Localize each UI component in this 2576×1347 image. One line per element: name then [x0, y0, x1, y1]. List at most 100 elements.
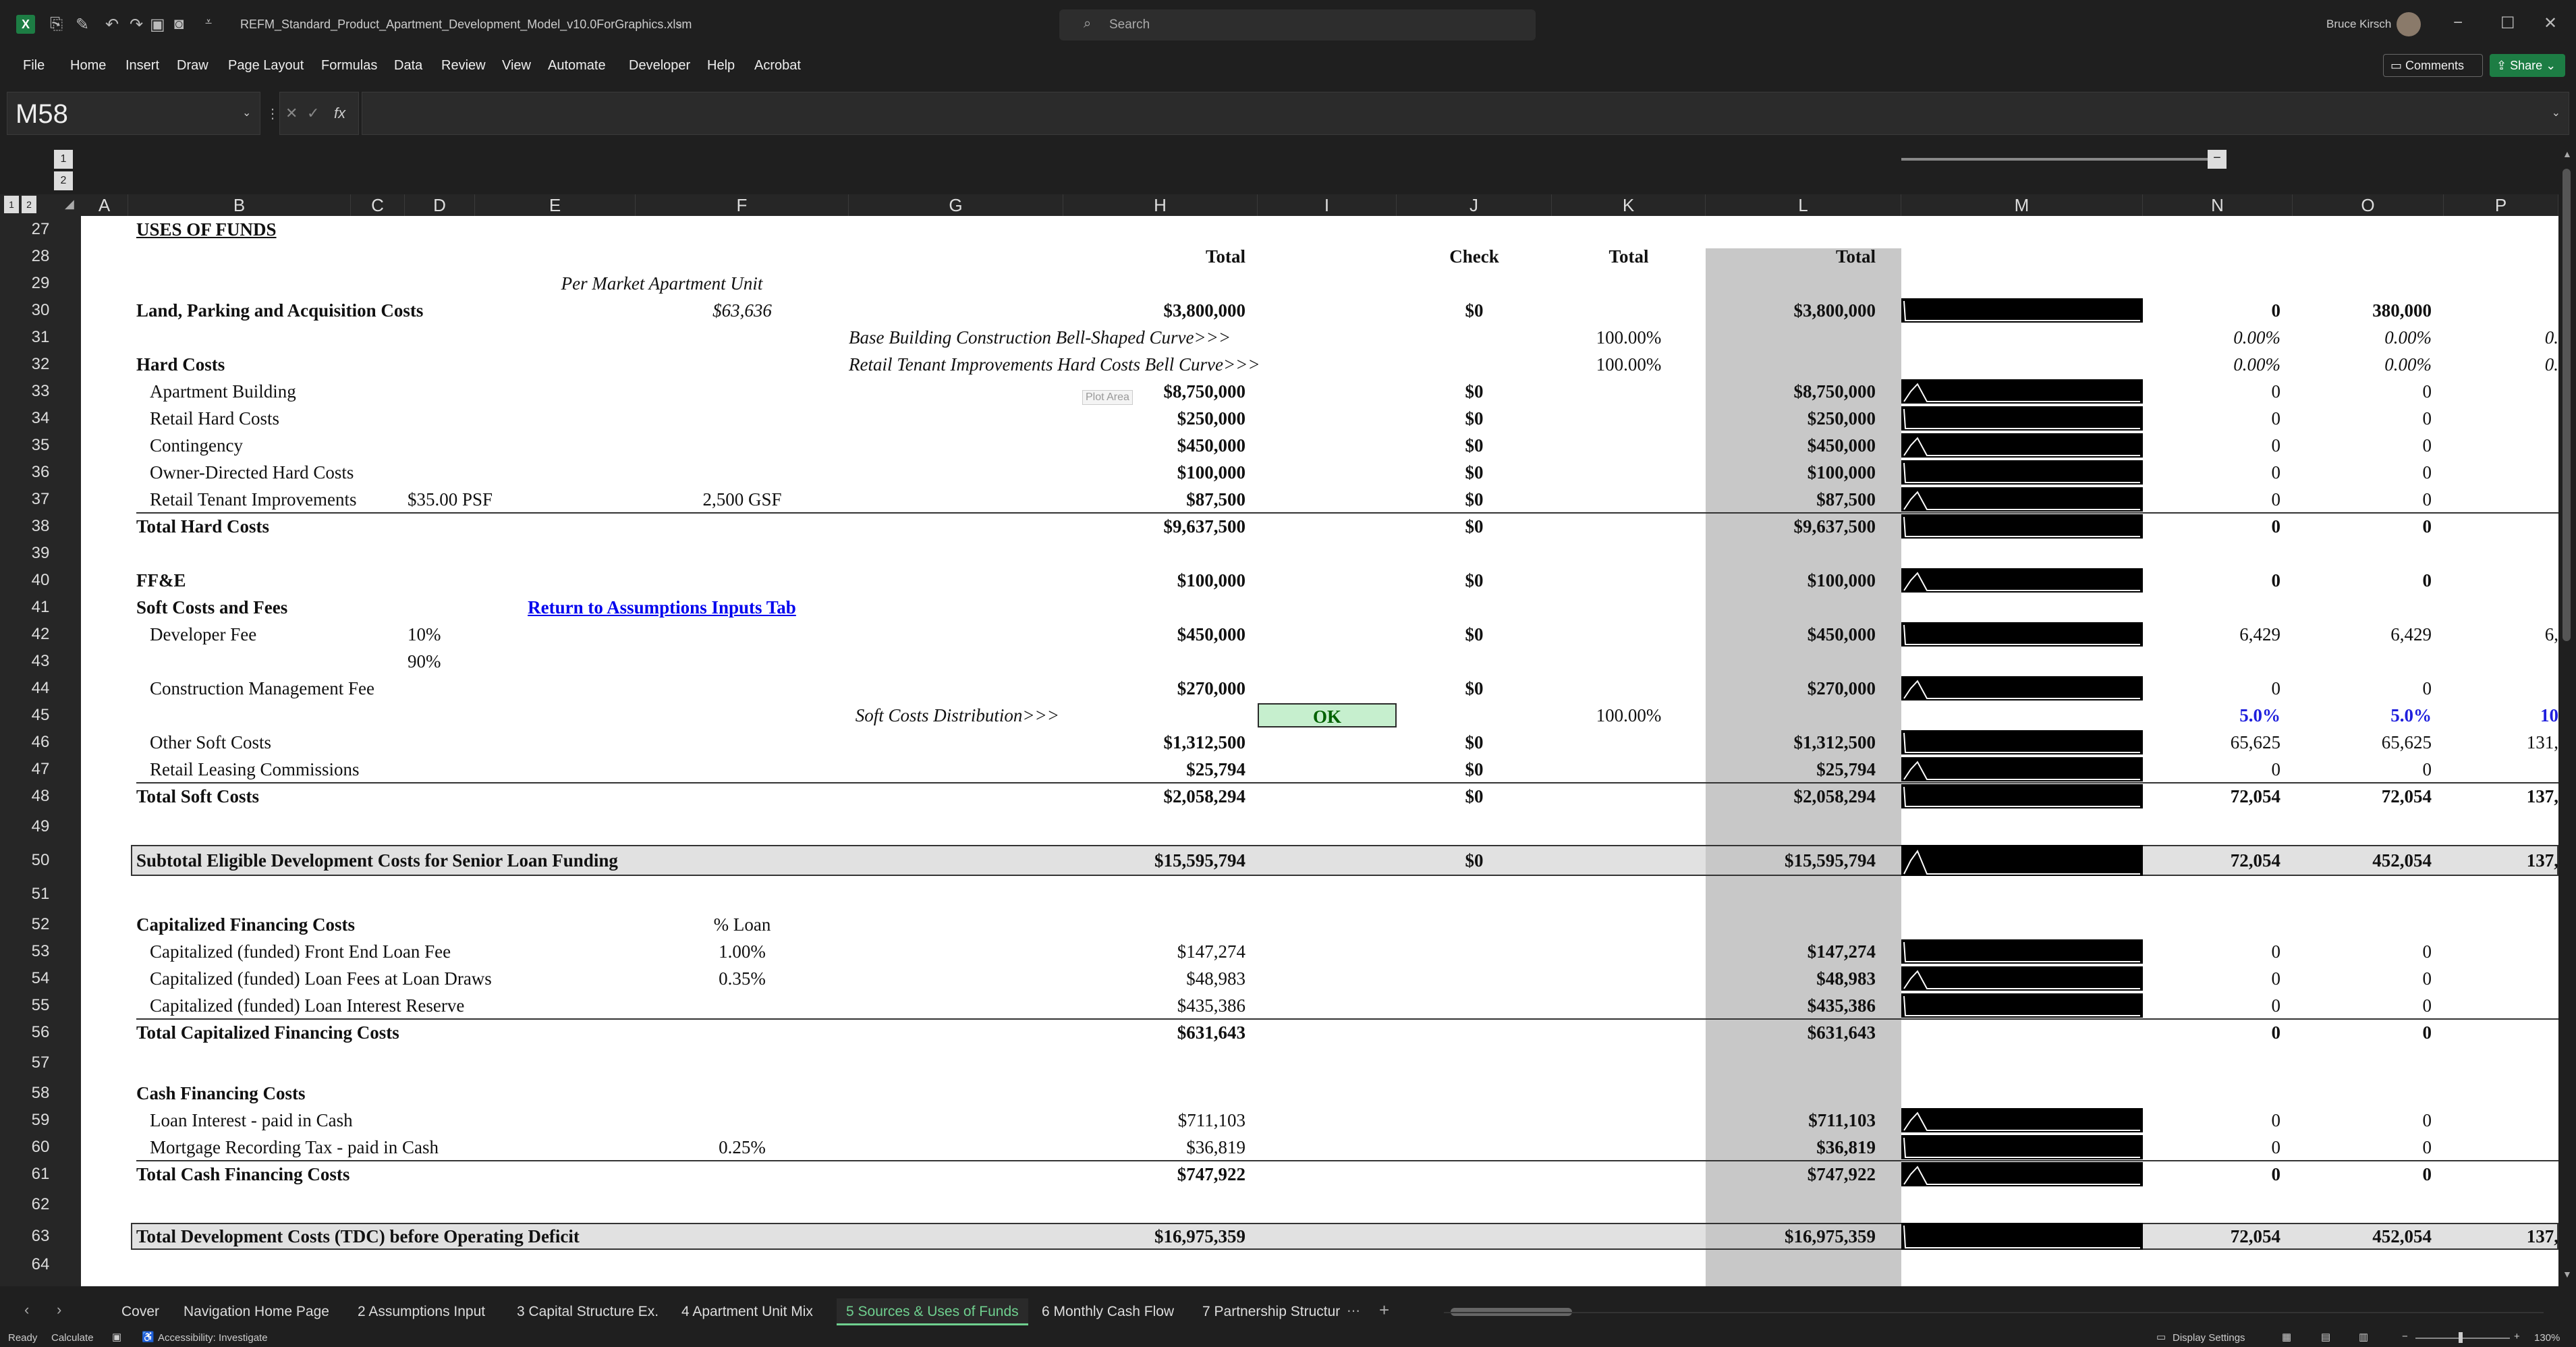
row-header-42[interactable]: 42	[0, 621, 81, 648]
row-header-54[interactable]: 54	[0, 965, 81, 992]
collapse-group-button[interactable]: −	[2208, 150, 2227, 169]
form-icon[interactable]: ▣	[150, 15, 165, 34]
col-header-I[interactable]: I	[1258, 194, 1397, 216]
zoom-slider[interactable]	[2415, 1338, 2510, 1339]
cell-B55[interactable]: Capitalized (funded) Loan Interest Reser…	[150, 992, 464, 1019]
row-header-33[interactable]: 33	[0, 378, 81, 405]
user-name[interactable]: Bruce Kirsch	[2326, 18, 2391, 31]
menu-page-layout[interactable]: Page Layout	[228, 58, 304, 74]
select-all-icon[interactable]: ◢	[65, 197, 74, 211]
outline-level-2[interactable]: 2	[54, 171, 73, 190]
sparkline-chart[interactable]	[1901, 757, 2143, 781]
cell-L38[interactable]: $9,637,500	[1706, 513, 1901, 540]
close-icon[interactable]: ✕	[2544, 13, 2557, 33]
sparkline-chart[interactable]	[1901, 676, 2143, 700]
cell-O40[interactable]: 0	[2293, 567, 2444, 594]
row-header-29[interactable]: 29	[0, 270, 81, 297]
cell-B63[interactable]: Total Development Costs (TDC) before Ope…	[136, 1221, 580, 1251]
row-header-36[interactable]: 36	[0, 459, 81, 486]
row-header-53[interactable]: 53	[0, 938, 81, 965]
cell-O45[interactable]: 5.0%	[2293, 702, 2444, 729]
sheet-tab-assumptions[interactable]: 2 Assumptions Input	[348, 1298, 495, 1325]
sparkline-chart[interactable]	[1901, 1135, 2143, 1159]
col-header-L[interactable]: L	[1706, 194, 1901, 216]
menu-automate[interactable]: Automate	[548, 58, 606, 74]
cell-N31[interactable]: 0.00%	[2143, 324, 2293, 351]
add-sheet-icon[interactable]: +	[1379, 1300, 1389, 1321]
enter-icon[interactable]: ✓	[307, 105, 319, 122]
cell-N55[interactable]: 0	[2143, 992, 2293, 1019]
fx-icon[interactable]: fx	[334, 105, 345, 122]
sheet-tab-monthly-cash-flow[interactable]: 6 Monthly Cash Flow	[1032, 1298, 1183, 1325]
cell-G32[interactable]: Retail Tenant Improvements Hard Costs Be…	[849, 351, 1260, 378]
page-layout-view-icon[interactable]: ▤	[2321, 1331, 2330, 1343]
sheet-tab-cover[interactable]: Cover	[112, 1298, 169, 1325]
cell-H38[interactable]: $9,637,500	[1063, 513, 1258, 540]
cell-O47[interactable]: 0	[2293, 756, 2444, 783]
row-header-63[interactable]: 63	[0, 1221, 81, 1251]
row-header-55[interactable]: 55	[0, 992, 81, 1019]
cell-O46[interactable]: 65,625	[2293, 729, 2444, 756]
cell-H42[interactable]: $450,000	[1063, 621, 1258, 648]
row-header-32[interactable]: 32	[0, 351, 81, 378]
cell-N38[interactable]: 0	[2143, 513, 2293, 540]
sparkline-chart[interactable]	[1901, 1108, 2143, 1132]
cell-N59[interactable]: 0	[2143, 1107, 2293, 1134]
cell-H53[interactable]: $147,274	[1063, 938, 1258, 965]
cell-O61[interactable]: 0	[2293, 1161, 2444, 1188]
col-header-A[interactable]: A	[81, 194, 128, 216]
menu-file[interactable]: File	[23, 58, 45, 74]
col-header-M[interactable]: M	[1901, 194, 2143, 216]
menu-acrobat[interactable]: Acrobat	[754, 58, 801, 74]
minimize-icon[interactable]: −	[2453, 13, 2463, 32]
cell-B30[interactable]: Land, Parking and Acquisition Costs	[136, 297, 423, 324]
cell-B40[interactable]: FF&E	[136, 567, 359, 594]
cell-J50[interactable]: $0	[1397, 844, 1552, 877]
cell-L35[interactable]: $450,000	[1706, 432, 1901, 459]
cell-F60[interactable]: 0.25%	[636, 1134, 849, 1161]
sparkline-chart[interactable]	[1901, 460, 2143, 485]
row-header-50[interactable]: 50	[0, 844, 81, 877]
cell-B58[interactable]: Cash Financing Costs	[136, 1080, 359, 1107]
cell-B50[interactable]: Subtotal Eligible Development Costs for …	[136, 844, 618, 877]
cell-H44[interactable]: $270,000	[1063, 675, 1258, 702]
cell-B32[interactable]: Hard Costs	[136, 351, 359, 378]
row-header-47[interactable]: 47	[0, 756, 81, 783]
row-header-44[interactable]: 44	[0, 675, 81, 702]
cell-L56[interactable]: $631,643	[1706, 1019, 1901, 1046]
cell-N50[interactable]: 72,054	[2143, 844, 2293, 877]
cell-J44[interactable]: $0	[1397, 675, 1552, 702]
col-header-O[interactable]: O	[2293, 194, 2444, 216]
menu-developer[interactable]: Developer	[629, 58, 690, 74]
cell-O60[interactable]: 0	[2293, 1134, 2444, 1161]
search-box[interactable]: ⌕ Search	[1059, 9, 1536, 40]
row-header-51[interactable]: 51	[0, 877, 81, 911]
cell-N35[interactable]: 0	[2143, 432, 2293, 459]
cell-H59[interactable]: $711,103	[1063, 1107, 1258, 1134]
scroll-down-icon[interactable]: ▼	[2563, 1269, 2572, 1280]
sparkline-chart[interactable]	[1901, 568, 2143, 593]
cancel-icon[interactable]: ✕	[285, 105, 298, 122]
scroll-thumb[interactable]	[2563, 169, 2571, 641]
cell-O63[interactable]: 452,054	[2293, 1221, 2444, 1251]
row-header-52[interactable]: 52	[0, 911, 81, 938]
chevron-down-icon[interactable]: ⌄	[675, 16, 683, 30]
sparkline-chart[interactable]	[1901, 1223, 2143, 1250]
row-header-38[interactable]: 38	[0, 513, 81, 540]
cell-O53[interactable]: 0	[2293, 938, 2444, 965]
cell-J36[interactable]: $0	[1397, 459, 1552, 486]
cell-B46[interactable]: Other Soft Costs	[150, 729, 372, 756]
cell-B61[interactable]: Total Cash Financing Costs	[136, 1161, 359, 1188]
cell-L61[interactable]: $747,922	[1706, 1161, 1901, 1188]
cell-B59[interactable]: Loan Interest - paid in Cash	[150, 1107, 372, 1134]
menu-help[interactable]: Help	[707, 58, 735, 74]
cell-N53[interactable]: 0	[2143, 938, 2293, 965]
share-button[interactable]: ⇪ Share ⌄	[2490, 54, 2565, 77]
row-header-60[interactable]: 60	[0, 1134, 81, 1161]
row-outline-level-2[interactable]: 2	[22, 196, 36, 213]
cell-B38[interactable]: Total Hard Costs	[136, 513, 359, 540]
cell-O55[interactable]: 0	[2293, 992, 2444, 1019]
outline-level-1[interactable]: 1	[54, 150, 73, 169]
cell-L47[interactable]: $25,794	[1706, 756, 1901, 783]
row-header-61[interactable]: 61	[0, 1161, 81, 1188]
